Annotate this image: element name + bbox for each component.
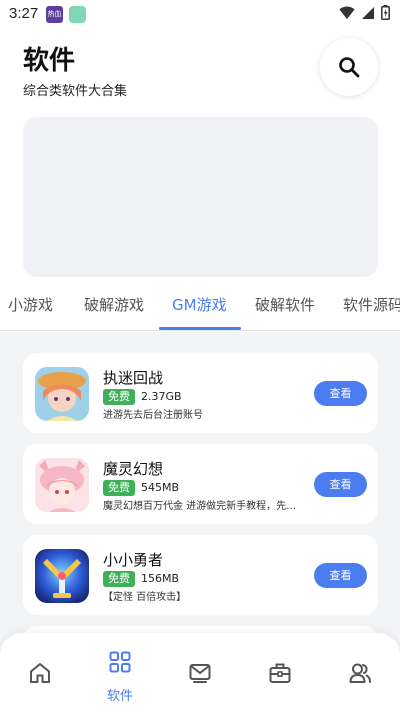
status-time: 3:27 bbox=[9, 5, 39, 22]
view-button[interactable]: 查看 bbox=[314, 381, 367, 406]
bottom-nav: 软件 bbox=[0, 633, 400, 711]
tab-cracked-software[interactable]: 破解软件 bbox=[255, 294, 315, 315]
tab-indicator bbox=[159, 327, 241, 330]
nav-profile[interactable] bbox=[320, 633, 400, 711]
mail-icon bbox=[189, 664, 211, 683]
app-name: 执迷回战 bbox=[103, 369, 164, 387]
home-icon bbox=[30, 663, 50, 683]
nav-home[interactable] bbox=[0, 633, 80, 711]
list-item[interactable]: 魔灵幻想 免费 545MB 魔灵幻想百万代金 进游做完新手教程，先… 查看 bbox=[23, 444, 378, 524]
battery-icon bbox=[381, 5, 390, 20]
free-badge: 免费 bbox=[103, 480, 135, 496]
list-item[interactable]: 小小勇者 免费 156MB 【定怪 百倍攻击】 查看 bbox=[23, 535, 378, 615]
page-subtitle: 综合类软件大合集 bbox=[23, 84, 128, 99]
category-tabs: 小游戏 破解游戏 GM游戏 破解软件 软件源码 bbox=[0, 284, 400, 331]
status-icons bbox=[339, 5, 390, 20]
search-icon bbox=[339, 57, 360, 78]
app-size: 2.37GB bbox=[141, 390, 182, 403]
users-icon bbox=[349, 663, 371, 683]
app-icon bbox=[35, 549, 89, 603]
tab-gm-games[interactable]: GM游戏 bbox=[172, 294, 227, 315]
app-description: 魔灵幻想百万代金 进游做完新手教程，先… bbox=[103, 501, 297, 512]
app-description: 【定怪 百倍攻击】 bbox=[103, 592, 187, 603]
page-title: 软件 bbox=[23, 46, 76, 76]
grid-icon bbox=[109, 651, 131, 673]
signal-icon bbox=[362, 6, 374, 19]
toolbox-icon bbox=[269, 663, 291, 683]
search-button[interactable] bbox=[320, 38, 378, 96]
app-name: 小小勇者 bbox=[103, 551, 164, 569]
tab-mini-games[interactable]: 小游戏 bbox=[8, 294, 53, 315]
notification-cube-icon bbox=[69, 6, 86, 23]
nav-tools[interactable] bbox=[240, 633, 320, 711]
app-icon bbox=[35, 458, 89, 512]
app-name: 魔灵幻想 bbox=[103, 460, 164, 478]
app-size: 545MB bbox=[141, 481, 180, 494]
nav-software[interactable]: 软件 bbox=[80, 633, 160, 711]
nav-messages[interactable] bbox=[160, 633, 240, 711]
tab-software-source[interactable]: 软件源码 bbox=[343, 294, 400, 315]
app-icon bbox=[35, 367, 89, 421]
view-button[interactable]: 查看 bbox=[314, 563, 367, 588]
list-item[interactable]: 执迷回战 免费 2.37GB 进游先去后台注册账号 查看 bbox=[23, 353, 378, 433]
tab-cracked-games[interactable]: 破解游戏 bbox=[84, 294, 144, 315]
view-button[interactable]: 查看 bbox=[314, 472, 367, 497]
app-description: 进游先去后台注册账号 bbox=[103, 410, 203, 421]
wifi-icon bbox=[339, 6, 355, 19]
banner-carousel[interactable] bbox=[23, 117, 378, 277]
nav-software-label: 软件 bbox=[106, 689, 133, 704]
free-badge: 免费 bbox=[103, 571, 135, 587]
free-badge: 免费 bbox=[103, 389, 135, 405]
notification-app-icon: 热血 bbox=[46, 6, 63, 23]
app-size: 156MB bbox=[141, 572, 180, 585]
status-bar: 3:27 热血 bbox=[0, 0, 400, 28]
